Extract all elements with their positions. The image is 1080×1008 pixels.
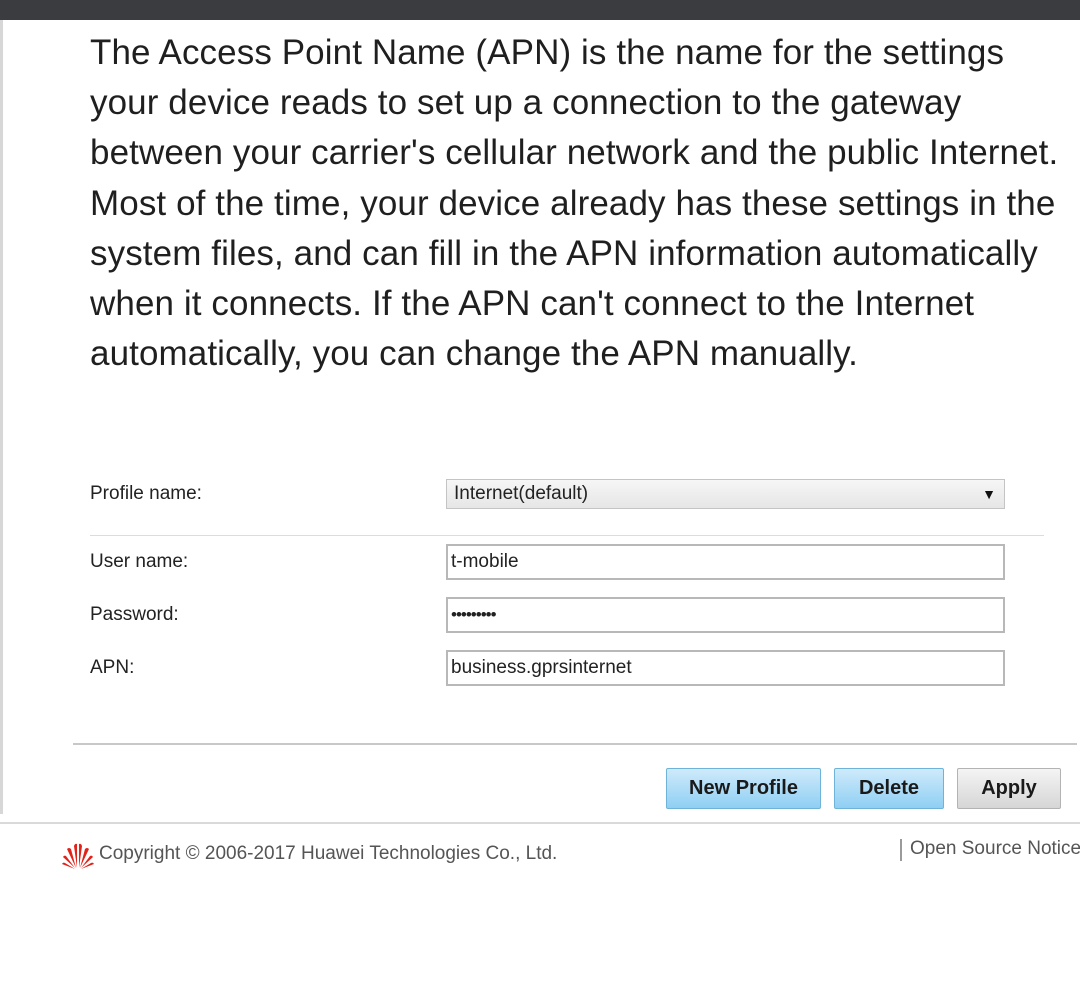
copyright-text: Copyright © 2006-2017 Huawei Technologie… xyxy=(99,843,558,864)
user-name-row: User name: t-mobile xyxy=(90,544,1005,580)
new-profile-button[interactable]: New Profile xyxy=(666,768,821,809)
footer-divider xyxy=(0,822,1080,824)
apply-button[interactable]: Apply xyxy=(957,768,1061,809)
user-name-label: User name: xyxy=(90,551,189,572)
user-name-input[interactable]: t-mobile xyxy=(446,544,1005,580)
delete-button[interactable]: Delete xyxy=(834,768,944,809)
open-source-notice-link[interactable]: Open Source Notice xyxy=(910,838,1080,860)
profile-name-select[interactable]: Internet(default) ▼ xyxy=(446,479,1005,509)
form-divider xyxy=(90,535,1044,536)
button-area-divider xyxy=(73,743,1077,745)
password-label: Password: xyxy=(90,604,179,625)
footer-separator xyxy=(900,839,902,861)
browser-top-bar xyxy=(0,0,1080,20)
apn-description: The Access Point Name (APN) is the name … xyxy=(90,33,1059,374)
apn-label: APN: xyxy=(90,657,135,678)
profile-name-value: Internet(default) xyxy=(454,483,589,504)
profile-name-row: Profile name: Internet(default) ▼ xyxy=(90,476,1005,512)
huawei-logo-icon xyxy=(62,843,94,869)
password-input[interactable]: ••••••••• xyxy=(446,597,1005,633)
apn-row: APN: business.gprsinternet xyxy=(90,650,1005,686)
left-panel-border xyxy=(0,20,3,814)
profile-name-label: Profile name: xyxy=(90,483,202,504)
apn-input[interactable]: business.gprsinternet xyxy=(446,650,1005,686)
dropdown-arrow-icon: ▼ xyxy=(982,486,996,502)
password-row: Password: ••••••••• xyxy=(90,597,1005,633)
